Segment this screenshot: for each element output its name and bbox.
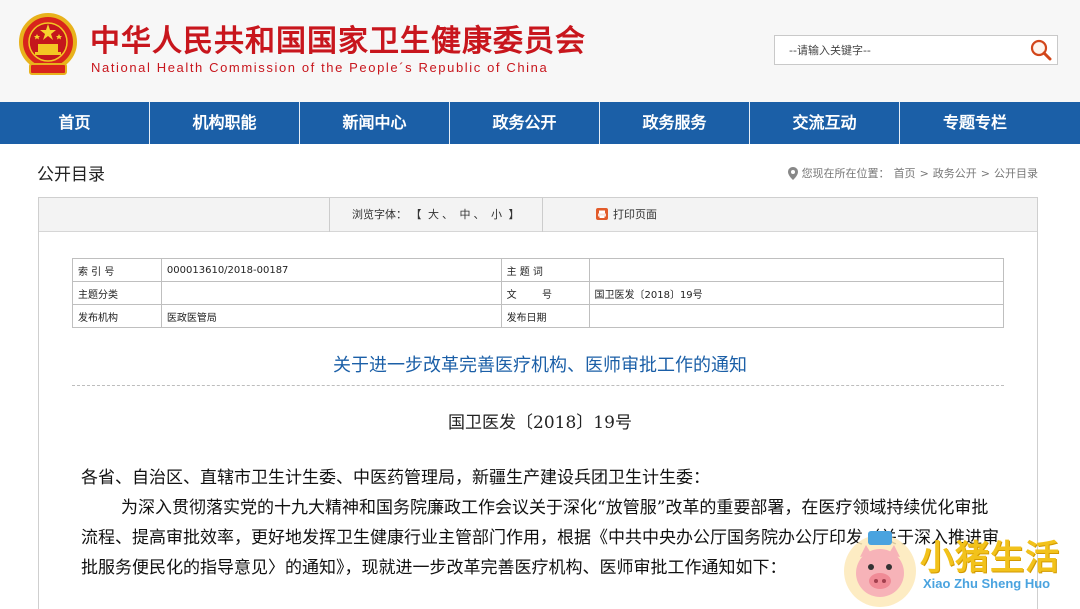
table-row: 主题分类 文 号 国卫医发〔2018〕19号 [72,281,1004,305]
page-title: 公开目录 [37,165,105,185]
breadcrumb-prefix: 您现在所在位置： [801,167,890,180]
font-size-label: 浏览字体： [352,208,407,221]
nav-item-home[interactable]: 首页 [0,102,150,144]
site-name-cn[interactable]: 中华人民共和国国家卫生健康委员会 [90,16,586,60]
meta-key: 发布日期 [500,304,590,328]
search-icon[interactable] [1029,39,1053,61]
meta-key: 主题分类 [72,281,162,305]
font-size-switcher: 浏览字体： 【 大、 中、 小 】 [329,198,543,232]
reading-toolbar: 浏览字体： 【 大、 中、 小 】 打印页面 [39,198,1037,232]
breadcrumb-separator: > [919,166,929,180]
print-label: 打印页面 [613,208,657,221]
meta-key: 索 引 号 [72,258,162,282]
nav-item-news[interactable]: 新闻中心 [300,102,450,144]
site-name-en: National Health Commission of the People… [91,60,549,75]
location-pin-icon [787,166,798,180]
watermark-text-en: Xiao Zhu Sheng Huo [923,576,1051,591]
bracket-close: 】 [508,208,520,221]
pig-mascot-icon [844,531,916,607]
watermark-text-cn: 小猪生活 [920,538,1060,578]
watermark: 小猪生活 Xiao Zhu Sheng Huo [840,518,1080,609]
nav-item-services[interactable]: 政务服务 [600,102,750,144]
breadcrumb-current[interactable]: 公开目录 [994,165,1038,181]
meta-value [588,258,1004,282]
font-size-large[interactable]: 大 [428,208,439,221]
size-separator: 、 [442,208,453,221]
meta-key: 发布机构 [72,304,162,328]
document-title: 关于进一步改革完善医疗机构、医师审批工作的通知 [333,355,747,376]
meta-value: 国卫医发〔2018〕19号 [588,281,1004,305]
meta-value: 000013610/2018-00187 [160,258,502,282]
nav-item-interaction[interactable]: 交流互动 [750,102,900,144]
font-size-small[interactable]: 小 [491,208,502,221]
meta-key: 文 号 [500,281,590,305]
document-number: 国卫医发〔2018〕19号 [448,413,632,433]
meta-key: 主 题 词 [500,258,590,282]
print-icon [596,208,608,220]
meta-value [588,304,1004,328]
table-row: 索 引 号 000013610/2018-00187 主 题 词 [72,258,1004,282]
bracket-open: 【 [410,208,422,221]
table-row: 发布机构 医政医管局 发布日期 [72,304,1004,328]
meta-value: 医政医管局 [160,304,502,328]
main-nav: 首页 机构职能 新闻中心 政务公开 政务服务 交流互动 专题专栏 [0,102,1080,144]
national-emblem-icon[interactable] [18,12,78,78]
nav-item-organization[interactable]: 机构职能 [150,102,300,144]
document-metadata-table: 索 引 号 000013610/2018-00187 主 题 词 主题分类 文 … [72,258,1004,328]
font-size-medium[interactable]: 中 [460,208,471,221]
site-header: 中华人民共和国国家卫生健康委员会 National Health Commiss… [0,0,1080,102]
breadcrumb-separator: > [980,166,990,180]
print-page-button[interactable]: 打印页面 [596,206,657,222]
breadcrumb: 您现在所在位置： 首页 > 政务公开 > 公开目录 [787,165,1038,181]
nav-item-special-topics[interactable]: 专题专栏 [900,102,1050,144]
divider [72,385,1004,386]
breadcrumb-home[interactable]: 首页 [894,165,916,181]
size-separator: 、 [473,208,485,221]
breadcrumb-government-affairs[interactable]: 政务公开 [933,165,977,181]
meta-value [160,281,502,305]
salutation: 各省、自治区、直辖市卫生计生委、中医药管理局，新疆生产建设兵团卫生计生委： [81,468,710,488]
nav-item-government-affairs[interactable]: 政务公开 [450,102,600,144]
search-input[interactable] [775,36,1025,64]
search-box [774,35,1058,65]
